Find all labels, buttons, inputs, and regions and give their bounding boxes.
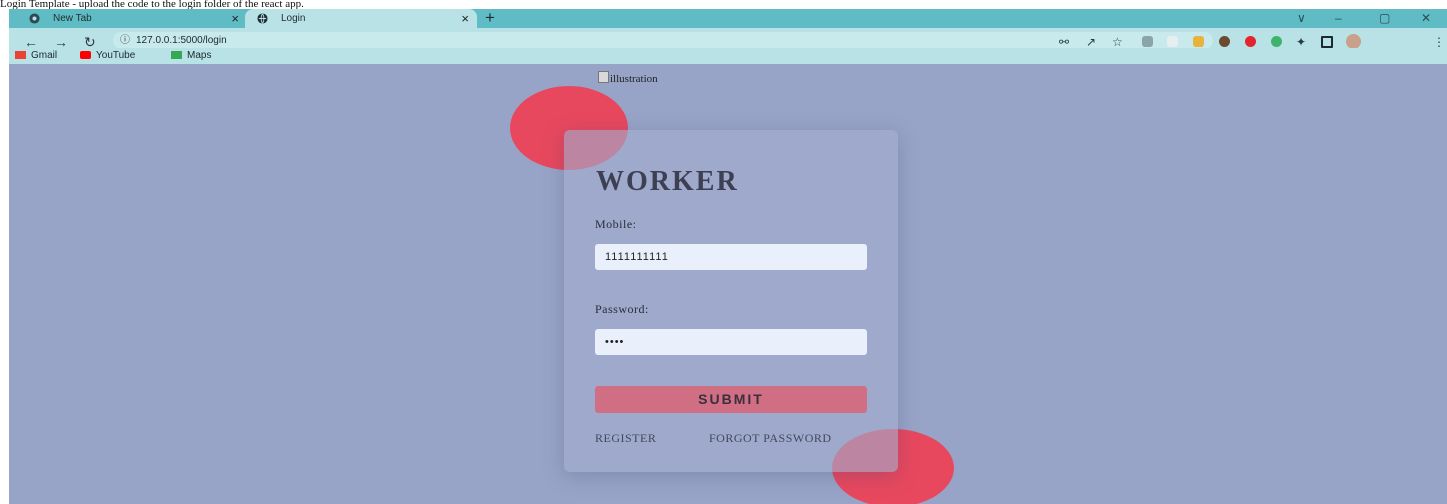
profile-avatar[interactable] (1346, 34, 1361, 49)
address-bar[interactable]: ⓘ 127.0.0.1:5000/login (113, 32, 1213, 49)
bookmark-label: YouTube (96, 50, 136, 61)
tab-login[interactable]: Login × (245, 9, 477, 28)
register-link[interactable]: REGISTER (595, 431, 656, 446)
submit-button[interactable]: SUBMIT (595, 386, 867, 413)
password-label: Password: (595, 302, 649, 316)
broken-image-icon (598, 71, 609, 83)
mobile-input[interactable]: 1111111111 (595, 244, 867, 270)
b-extension-icon[interactable] (1167, 36, 1178, 47)
page-content: illustration WORKER Mobile: 1111111111 P… (9, 64, 1447, 504)
bookmark-youtube[interactable]: YouTube (80, 48, 135, 64)
cookie-extension-icon[interactable] (1219, 36, 1230, 47)
share-icon[interactable]: ↗ (1086, 35, 1096, 49)
maximize-icon[interactable]: ▢ (1379, 9, 1390, 28)
tab-search-icon[interactable]: ∨ (1297, 9, 1306, 28)
side-panel-icon[interactable] (1321, 36, 1333, 48)
menu-dots-icon[interactable]: ⋮ (1433, 35, 1445, 49)
tab-title: Login (281, 13, 306, 24)
youtube-icon (80, 51, 91, 59)
extensions-puzzle-icon[interactable]: ✦ (1296, 35, 1306, 49)
bookmark-label: Maps (187, 50, 212, 61)
forgot-password-link[interactable]: FORGOT PASSWORD (709, 431, 832, 446)
globe-icon (257, 13, 268, 24)
illustration-alt-text: illustration (610, 73, 658, 85)
bookmark-star-icon[interactable]: ☆ (1112, 35, 1123, 49)
minimize-icon[interactable]: – (1335, 9, 1342, 28)
close-window-icon[interactable]: ✕ (1421, 9, 1431, 28)
page-caption: Login Template - upload the code to the … (0, 0, 304, 9)
tab-title: New Tab (53, 13, 92, 24)
opera-extension-icon[interactable] (1245, 36, 1256, 47)
plus-extension-icon[interactable] (1271, 36, 1282, 47)
key-icon[interactable]: ⚯ (1059, 35, 1069, 49)
close-tab-icon[interactable]: × (461, 9, 469, 28)
tab-new-tab[interactable]: New Tab × (17, 9, 247, 28)
new-tab-button[interactable]: + (485, 8, 495, 28)
url-text: 127.0.0.1:5000/login (136, 35, 227, 46)
bookmark-label: Gmail (31, 50, 58, 61)
password-input[interactable]: •••• (595, 329, 867, 355)
pencil-extension-icon[interactable] (1193, 36, 1204, 47)
close-tab-icon[interactable]: × (231, 9, 239, 28)
illustration-image: illustration (598, 71, 658, 85)
gmail-icon (15, 51, 26, 59)
maps-icon (171, 51, 182, 59)
login-card: WORKER Mobile: 1111111111 Password: ••••… (564, 130, 898, 472)
mobile-label: Mobile: (595, 217, 637, 231)
tab-strip: New Tab × Login × + ∨ – ▢ ✕ (9, 8, 1447, 28)
bookmark-gmail[interactable]: Gmail (15, 48, 57, 64)
bookmark-maps[interactable]: Maps (171, 48, 211, 64)
login-title: WORKER (596, 166, 739, 197)
chrome-icon (29, 13, 40, 24)
site-info-icon[interactable]: ⓘ (120, 32, 130, 49)
camera-extension-icon[interactable] (1142, 36, 1153, 47)
bookmarks-bar: Gmail YouTube Maps (9, 48, 1447, 64)
browser-window: New Tab × Login × + ∨ – ▢ ✕ ← → ↻ ⓘ 127.… (9, 8, 1447, 504)
